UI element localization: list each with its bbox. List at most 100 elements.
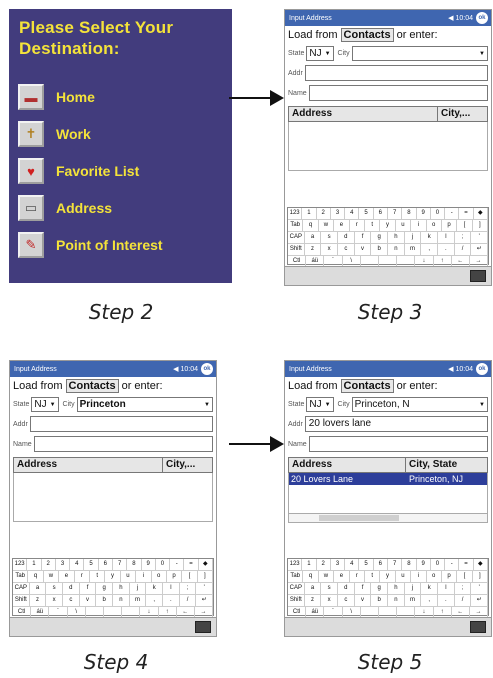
soft-keyboard[interactable]: 123 1 2 3 4 5 6 7 8 9 0- = ◆ Tab q w e r t y u i o p[] CAP a s d f g h… [287,207,489,268]
key[interactable]: 3 [56,559,71,570]
key[interactable]: ↵ [196,595,214,606]
key[interactable]: h [388,583,405,594]
key[interactable]: s [321,232,339,243]
key[interactable]: . [438,595,455,606]
key[interactable]: ] [198,571,214,582]
key[interactable]: y [380,571,396,582]
key[interactable]: [ [457,220,473,231]
key[interactable]: ; [180,583,197,594]
key[interactable]: v [355,595,372,606]
key[interactable]: t [365,571,381,582]
key[interactable]: b [371,595,389,606]
key[interactable]: 2 [42,559,56,570]
city-select[interactable]: ▼ [351,46,488,61]
key[interactable]: m [405,244,422,255]
key[interactable]: w [319,571,335,582]
column-city[interactable]: City, State [406,458,487,472]
key[interactable]: ↵ [471,244,489,255]
menu-item-home[interactable]: ▬ Home [18,82,228,112]
key[interactable]: ◆ [474,208,488,219]
key[interactable]: h [113,583,130,594]
key[interactable]: 0 [431,208,446,219]
key[interactable]: c [63,595,80,606]
key[interactable]: k [421,232,439,243]
key[interactable]: t [365,220,381,231]
key[interactable]: x [321,595,339,606]
state-select[interactable]: NJ ▼ [306,397,334,412]
key[interactable]: c [338,244,355,255]
key[interactable]: f [355,583,372,594]
key[interactable]: d [338,232,355,243]
key[interactable]: 123 [288,559,303,570]
key[interactable]: q [28,571,44,582]
key[interactable]: ↵ [471,595,489,606]
key[interactable]: g [371,232,389,243]
key[interactable]: g [96,583,114,594]
key[interactable]: e [334,571,350,582]
column-city[interactable]: City,... [163,458,212,472]
state-select[interactable]: NJ ▼ [31,397,59,412]
key[interactable]: v [80,595,97,606]
key[interactable]: 4 [345,208,360,219]
keyboard-icon[interactable] [470,270,486,282]
key[interactable]: - [445,559,460,570]
key[interactable]: ; [455,232,472,243]
key[interactable]: / [455,244,472,255]
ok-button[interactable]: ok [201,363,213,375]
key[interactable]: x [46,595,64,606]
city-select[interactable]: Princeton, N ▼ [351,397,488,412]
soft-keyboard[interactable]: 123 1 2 3 4 5 6 7 8 9 0- = ◆ Tab q w e r t y u i o p[] CAP a s d f g h… [287,558,489,619]
key[interactable]: CAP [288,583,305,594]
key[interactable]: j [405,232,422,243]
addr-field[interactable]: 20 lovers lane [304,416,488,432]
column-address[interactable]: Address [289,107,438,121]
key[interactable]: 123 [288,208,303,219]
contacts-button[interactable]: Contacts [65,379,119,393]
key[interactable]: w [319,220,335,231]
key[interactable]: . [438,244,455,255]
key[interactable]: d [63,583,80,594]
keyboard-icon[interactable] [195,621,211,633]
key[interactable]: q [303,220,319,231]
key[interactable]: 7 [113,559,128,570]
key[interactable]: ' [196,583,214,594]
key[interactable]: i [411,220,427,231]
key[interactable]: e [59,571,75,582]
scrollbar-thumb[interactable] [319,515,399,521]
menu-item-point-of-interest[interactable]: ✎ Point of Interest [18,230,228,260]
key[interactable]: Tab [13,571,29,582]
key[interactable]: f [355,232,372,243]
key[interactable]: v [355,244,372,255]
key[interactable]: o [427,220,442,231]
key[interactable]: 8 [127,559,142,570]
addr-field[interactable] [29,416,213,432]
key[interactable]: = [459,208,474,219]
key[interactable]: Tab [288,571,304,582]
key[interactable]: o [427,571,442,582]
key[interactable]: u [396,571,412,582]
key[interactable]: 6 [374,559,388,570]
key[interactable]: c [338,595,355,606]
key[interactable]: / [180,595,197,606]
key[interactable]: p [442,220,458,231]
key[interactable]: e [334,220,350,231]
key[interactable]: 4 [345,559,360,570]
key[interactable]: 5 [84,559,99,570]
key[interactable]: o [152,571,167,582]
key[interactable]: 1 [302,559,317,570]
key[interactable]: ' [471,232,489,243]
key[interactable]: r [350,571,365,582]
key[interactable]: Shift [288,595,305,606]
key[interactable]: 7 [388,208,403,219]
key[interactable]: d [338,583,355,594]
key[interactable]: ◆ [474,559,488,570]
key[interactable]: a [305,583,322,594]
key[interactable]: x [321,244,339,255]
column-city[interactable]: City,... [438,107,487,121]
key[interactable]: ; [455,583,472,594]
key[interactable]: z [30,595,47,606]
key[interactable]: r [75,571,90,582]
key[interactable]: 2 [317,208,331,219]
key[interactable]: - [170,559,185,570]
key[interactable]: i [136,571,152,582]
